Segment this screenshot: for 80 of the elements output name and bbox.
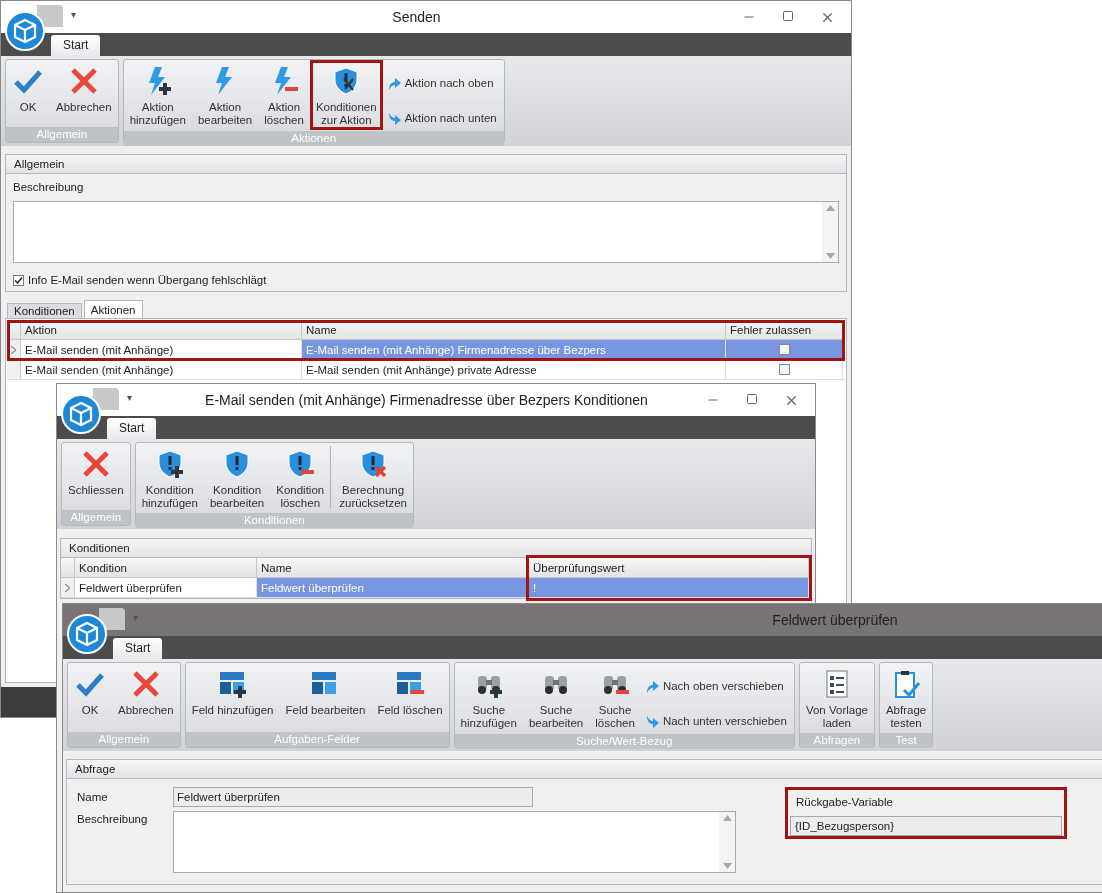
column-header[interactable]: Fehler zulassen	[726, 320, 843, 339]
group-label: Test	[879, 733, 933, 748]
group-label: Aktionen	[123, 130, 504, 146]
ribbon-button[interactable]: Schliessen	[62, 443, 130, 500]
ribbon-tab[interactable]: Start	[51, 35, 101, 56]
ribbon-button[interactable]: Aktion bearbeiten	[191, 60, 259, 130]
panel-header: Abfrage	[67, 760, 1102, 779]
group-label: Suche/Wert-Bezug	[454, 733, 794, 749]
ribbon-button[interactable]: Feld löschen	[371, 663, 449, 720]
description-field[interactable]	[13, 201, 839, 264]
window-title: Senden	[392, 7, 441, 27]
ribbon-button[interactable]: OK	[68, 663, 112, 720]
maximize-icon[interactable]	[782, 9, 794, 22]
ribbon-button[interactable]: Nach unten verschieben	[640, 710, 790, 734]
checkbox-label: Info E-Mail senden wenn Übergang fehlschlägt	[28, 273, 267, 289]
field-label: Name	[77, 790, 109, 805]
column-header[interactable]: Kondition	[75, 558, 257, 577]
ribbon-tab[interactable]: Start	[107, 418, 157, 439]
group-label: Aufgaben-Felder	[185, 732, 449, 747]
checkmark-icon	[14, 276, 23, 286]
ribbon-button[interactable]: Von Vorlage laden	[799, 663, 874, 733]
ribbon-button[interactable]: Kondition bearbeiten	[203, 443, 271, 513]
customize-menu[interactable]: ▾	[127, 390, 132, 405]
table-cell: !	[529, 578, 809, 597]
column-header[interactable]: Name	[257, 558, 529, 577]
name-field[interactable]: Feldwert überprüfen	[173, 787, 533, 807]
group-label: Allgemein	[62, 510, 130, 525]
window-title: Feldwert überprüfen	[772, 610, 898, 630]
field-label: Beschreibung	[13, 180, 85, 195]
column-header[interactable]: Überprüfungswert	[529, 558, 809, 577]
scroll-down-icon[interactable]	[722, 863, 732, 869]
ribbon-button[interactable]: Abbrechen	[50, 60, 118, 117]
scroll-up-icon[interactable]	[825, 205, 835, 212]
group-label: Allgemein	[68, 732, 180, 747]
row-pointer-icon	[11, 345, 16, 354]
ribbon-tab[interactable]: Start	[113, 638, 163, 659]
ribbon-button[interactable]: Konditionen zur Aktion	[309, 60, 383, 130]
group-label: Konditionen	[135, 513, 413, 528]
window-title: E-Mail senden (mit Anhänge) Firmenadresse über Bezpers Konditionen	[205, 390, 648, 410]
return-variable-field[interactable]: {ID_Bezugsperson}	[790, 816, 1062, 837]
ribbon-button[interactable]: Berechnung zurücksetzen	[333, 443, 413, 513]
ribbon-button[interactable]: Aktion nach unten	[382, 107, 500, 131]
ribbon-button[interactable]: Nach oben verschieben	[640, 675, 790, 699]
ribbon-button[interactable]: Feld hinzufügen	[185, 663, 280, 720]
scrollbar[interactable]	[822, 202, 838, 263]
checkbox[interactable]	[13, 275, 24, 287]
checkbox[interactable]	[778, 364, 790, 375]
ribbon-button[interactable]: Aktion hinzufügen	[123, 60, 192, 130]
panel-header: Konditionen	[61, 539, 811, 558]
ribbon-button[interactable]: Kondition hinzufügen	[135, 443, 204, 513]
group-label: Allgemein	[6, 127, 118, 142]
ribbon-button[interactable]: Suche hinzufügen	[454, 663, 523, 733]
field-label: Beschreibung	[77, 812, 149, 827]
scrollbar[interactable]	[719, 812, 735, 872]
description-field[interactable]	[173, 811, 736, 873]
panel-header: Allgemein	[6, 155, 846, 174]
tab[interactable]: Aktionen	[83, 300, 143, 318]
row-pointer-icon	[65, 583, 70, 592]
ribbon-button[interactable]: Feld bearbeiten	[279, 663, 372, 720]
column-header[interactable]: Name	[302, 320, 726, 339]
tab[interactable]: Konditionen	[7, 303, 82, 318]
field-label: Rückgabe-Variable	[796, 795, 894, 810]
table-cell: Feldwert überprüfen	[257, 578, 529, 597]
ribbon-button[interactable]: Aktion nach oben	[382, 72, 500, 96]
maximize-icon[interactable]	[746, 392, 758, 405]
checkbox[interactable]	[778, 344, 790, 355]
column-header[interactable]: Aktion	[21, 320, 302, 339]
ribbon-button[interactable]: Suche löschen	[589, 663, 641, 733]
ribbon-button[interactable]: Kondition löschen	[270, 443, 331, 513]
scroll-down-icon[interactable]	[825, 253, 835, 260]
ribbon-button[interactable]: Aktion löschen	[258, 60, 310, 130]
ribbon-button[interactable]: Suche bearbeiten	[522, 663, 590, 733]
table-row[interactable]: E-Mail senden (mit Anhänge) E-Mail senden (mit Anhänge) private Adresse	[7, 360, 845, 380]
ribbon-button[interactable]: Abbrechen	[112, 663, 180, 720]
customize-menu[interactable]: ▾	[71, 7, 76, 22]
group-label: Abfragen	[799, 733, 874, 748]
ribbon-button[interactable]: Abfrage testen	[879, 663, 933, 733]
ribbon-button[interactable]: OK	[6, 60, 50, 117]
table-row[interactable]: Feldwert überprüfen Feldwert überprüfen !	[61, 578, 811, 598]
scroll-up-icon[interactable]	[722, 815, 732, 821]
